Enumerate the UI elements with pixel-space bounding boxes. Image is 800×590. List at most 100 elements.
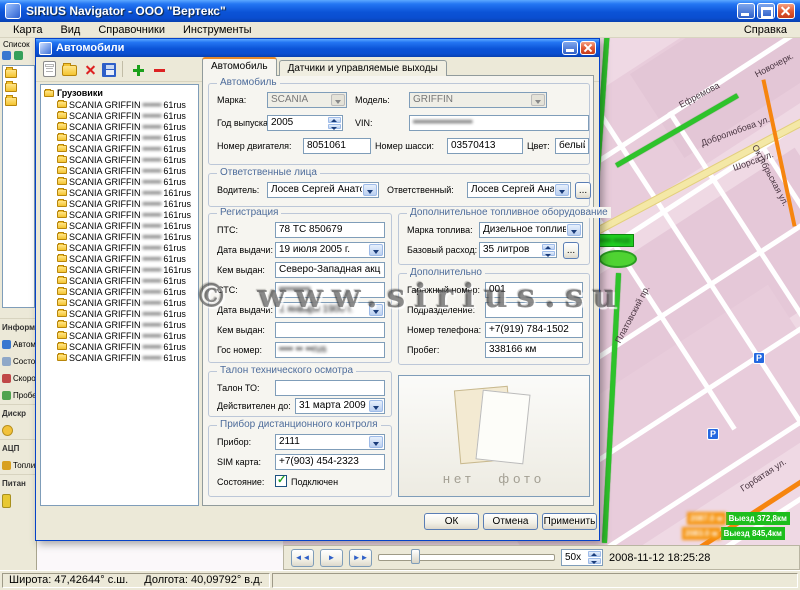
tree-item[interactable]: SCANIA GRIFFIN •••••• 61rus [41,143,198,154]
remove-icon[interactable] [150,61,167,78]
menu-help[interactable]: Справка [735,24,796,36]
sts-issuer-field[interactable] [275,322,385,338]
pts-date-select[interactable]: 19 июля 2005 г. [275,242,385,258]
close-button[interactable] [777,3,795,19]
division-field[interactable] [485,302,583,318]
tree-item[interactable]: SCANIA GRIFFIN •••••• 61rus [41,242,198,253]
vehicle-marker[interactable] [599,250,637,268]
sts-field[interactable]: ••••••••• [275,282,385,298]
sim-field[interactable]: +7(903) 454-2323 [275,454,385,470]
color-field[interactable]: белый [555,138,589,154]
tree-item[interactable]: SCANIA GRIFFIN •••••• 61rus [41,165,198,176]
tree-item[interactable]: SCANIA GRIFFIN •••••• 61rus [41,154,198,165]
menu-view[interactable]: Вид [51,24,89,36]
sts-date-select[interactable]: 1 января 1900 г. [275,302,385,318]
add-icon[interactable] [129,61,146,78]
parking-icon[interactable]: P [753,352,765,364]
tree-item[interactable]: SCANIA GRIFFIN •••••• 61rus [41,99,198,110]
persons-more-button[interactable]: ... [575,182,591,199]
cancel-button[interactable]: Отмена [483,513,538,530]
tree-item[interactable]: SCANIA GRIFFIN •••••• 61rus [41,341,198,352]
minimize-button[interactable] [737,3,755,19]
fuel-type-select[interactable]: Дизельное топливо [479,222,583,238]
device-select[interactable]: 2111 [275,434,385,450]
save-icon[interactable] [102,63,116,77]
maximize-button[interactable] [757,3,775,19]
tab-vehicle[interactable]: Автомобиль [202,57,277,76]
dialog-minimize-button[interactable] [562,41,578,55]
vehicle-tree[interactable]: Грузовики SCANIA GRIFFIN •••••• 61rus SC… [40,84,199,506]
tree-item[interactable]: SCANIA GRIFFIN •••••• 161rus [41,187,198,198]
engine-number-field[interactable]: 8051061 [303,138,371,154]
tree-item[interactable]: SCANIA GRIFFIN •••••• 61rus [41,319,198,330]
tree-item[interactable]: SCANIA GRIFFIN •••••• 61rus [41,330,198,341]
tree-item[interactable]: SCANIA GRIFFIN •••••• 61rus [41,121,198,132]
sidebar-item-vehicle[interactable]: Автомоб [0,336,37,353]
step-forward-button[interactable]: ►► [349,549,372,567]
tree-item[interactable]: SCANIA GRIFFIN •••••• 161rus [41,264,198,275]
fuel-more-button[interactable]: ... [563,242,579,259]
tree-root[interactable]: Грузовики [41,87,198,99]
tree-item[interactable]: SCANIA GRIFFIN •••••• 61rus [41,275,198,286]
tree-item[interactable]: SCANIA GRIFFIN •••••• 61rus [41,110,198,121]
tree-item[interactable]: SCANIA GRIFFIN •••••• 161rus [41,220,198,231]
sidebar-item-sensor[interactable] [0,422,37,439]
model-select[interactable]: GRIFFIN [409,92,547,108]
sidebar-item-speed[interactable]: Скорост: [0,370,37,387]
pts-issuer-field[interactable]: Северо-Западная акционар [275,262,385,278]
menu-tools[interactable]: Инструменты [174,24,261,36]
tree-item[interactable]: SCANIA GRIFFIN •••••• 61rus [41,352,198,363]
tree-item[interactable]: SCANIA GRIFFIN •••••• 161rus [41,209,198,220]
vehicle-icon [57,343,67,350]
new-icon[interactable] [43,61,56,77]
plate-number-field[interactable]: •••• •• ••rus [275,342,385,358]
spinner-icon[interactable] [542,244,555,256]
tree-item[interactable]: SCANIA GRIFFIN •••••• 161rus [41,231,198,242]
panel-tool-icon[interactable] [2,51,11,60]
tab-sensors[interactable]: Датчики и управляемые выходы [279,60,447,76]
responsible-select[interactable]: Лосев Сергей Анатоль [467,182,571,198]
sidebar-item-battery[interactable] [0,492,37,509]
sidebar-item-status[interactable]: Состоян [0,353,37,370]
spinner-icon[interactable] [588,551,601,564]
tree-item[interactable]: SCANIA GRIFFIN •••••• 61rus [41,132,198,143]
add-folder-icon[interactable] [62,65,77,76]
playback-slider[interactable] [378,554,555,561]
inspection-valid-select[interactable]: 31 марта 2009 г. [295,398,385,414]
tree-item[interactable]: SCANIA GRIFFIN •••••• 161rus [41,198,198,209]
speed-stepper[interactable]: 50x [561,549,603,566]
panel-tool-icon[interactable] [14,51,23,60]
year-stepper[interactable]: 2005 [267,115,343,131]
sidebar-item-fuel[interactable]: Топлив [0,457,37,474]
mileage-field[interactable]: 338166 км [485,342,583,358]
vin-field[interactable]: ••••••••••••••••• [409,115,589,131]
tree-item[interactable]: SCANIA GRIFFIN •••••• 61rus [41,176,198,187]
phone-field[interactable]: +7(919) 784-1502 [485,322,583,338]
sidebar-item-mileage[interactable]: Пробег: [0,387,37,404]
parking-icon[interactable]: P [707,428,719,440]
chassis-number-field[interactable]: 03570413 [447,138,523,154]
sidebar-tree[interactable] [2,65,35,308]
spinner-icon[interactable] [328,117,341,129]
tree-item[interactable]: SCANIA GRIFFIN •••••• 61rus [41,308,198,319]
delete-icon[interactable] [81,61,98,78]
tree-item[interactable]: SCANIA GRIFFIN •••••• 61rus [41,286,198,297]
menu-map[interactable]: Карта [4,24,51,36]
fuel-rate-stepper[interactable]: 35 литров [479,242,557,258]
brand-select[interactable]: SCANIA [267,92,347,108]
inspection-ticket-field[interactable] [275,380,385,396]
playback-slider-thumb[interactable] [411,549,420,564]
menu-directories[interactable]: Справочники [89,24,174,36]
tree-item[interactable]: SCANIA GRIFFIN •••••• 61rus [41,253,198,264]
driver-select[interactable]: Лосев Сергей Анатоль [267,182,379,198]
tree-item[interactable]: SCANIA GRIFFIN •••••• 61rus [41,297,198,308]
garage-number-field[interactable]: 001 [485,282,583,298]
play-button[interactable]: ► [320,549,343,567]
dialog-close-button[interactable] [580,41,596,55]
apply-button[interactable]: Применить [542,513,597,530]
step-back-button[interactable]: ◄◄ [291,549,314,567]
ok-button[interactable]: ОК [424,513,479,530]
tree-item-plate: •••••• [143,155,162,165]
state-checkbox[interactable] [275,475,287,487]
pts-field[interactable]: 78 ТС 850679 [275,222,385,238]
